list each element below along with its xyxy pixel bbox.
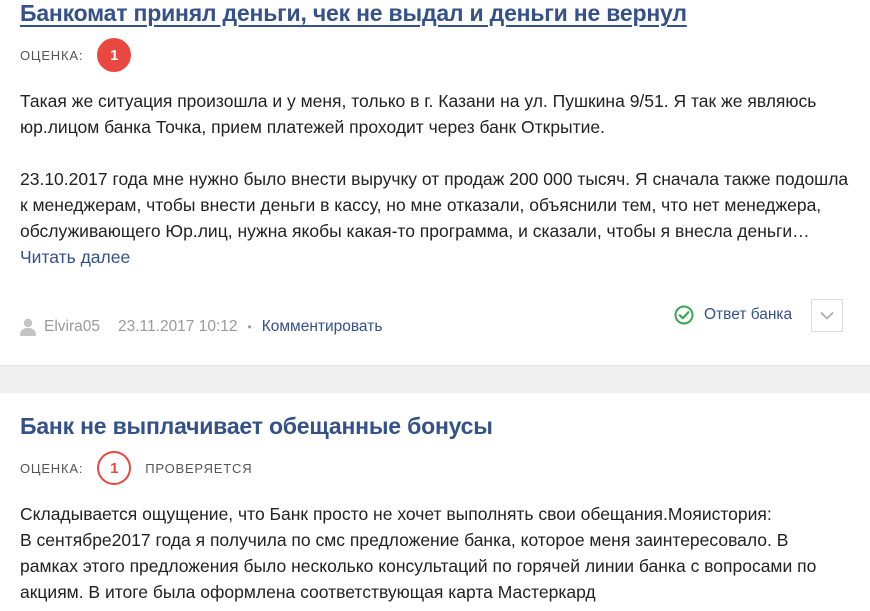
comment-link[interactable]: Комментировать	[262, 318, 383, 336]
review-title[interactable]: Банк не выплачивает обещанные бонусы	[20, 413, 493, 440]
review-text: Такая же ситуация произошла и у меня, то…	[20, 88, 850, 270]
author-name[interactable]: Elvira05	[44, 318, 100, 336]
review-paragraph: Такая же ситуация произошла и у меня, то…	[20, 91, 817, 137]
rating-label: ОЦЕНКА:	[20, 47, 84, 63]
meta-separator: •	[247, 320, 252, 334]
chevron-down-icon	[820, 311, 834, 320]
expand-reply-button[interactable]	[811, 299, 843, 332]
rating-row: ОЦЕНКА: 1	[20, 38, 132, 72]
review-date: 23.11.2017 10:12	[118, 318, 238, 335]
check-circle-icon	[674, 305, 694, 325]
rating-label: ОЦЕНКА:	[20, 460, 84, 476]
status-badge: ПРОВЕРЯЕТСЯ	[145, 460, 253, 476]
review-card: Банк не выплачивает обещанные бонусы ОЦЕ…	[0, 393, 870, 611]
read-more-link[interactable]: Читать далее	[20, 247, 130, 267]
rating-row: ОЦЕНКА: 1 ПРОВЕРЯЕТСЯ	[20, 451, 252, 485]
card-separator	[0, 365, 870, 393]
review-text: Складывается ощущение, что Банк просто н…	[20, 501, 850, 605]
review-title[interactable]: Банкомат принял деньги, чек не выдал и д…	[20, 0, 687, 27]
review-meta: Elvira05 23.11.2017 10:12 • Комментирова…	[20, 318, 382, 336]
rating-badge: 1	[97, 38, 132, 72]
review-paragraph: 23.10.2017 года мне нужно было внести вы…	[20, 169, 849, 241]
user-icon	[20, 318, 36, 336]
rating-badge: 1	[97, 451, 132, 485]
review-card: Банкомат принял деньги, чек не выдал и д…	[0, 0, 870, 365]
review-paragraph: В сентябре2017 года я получила по смс пр…	[20, 530, 817, 602]
review-paragraph: Складывается ощущение, что Банк просто н…	[20, 504, 772, 524]
bank-reply-link[interactable]: Ответ банка	[674, 305, 792, 325]
bank-reply-label: Ответ банка	[704, 306, 793, 323]
